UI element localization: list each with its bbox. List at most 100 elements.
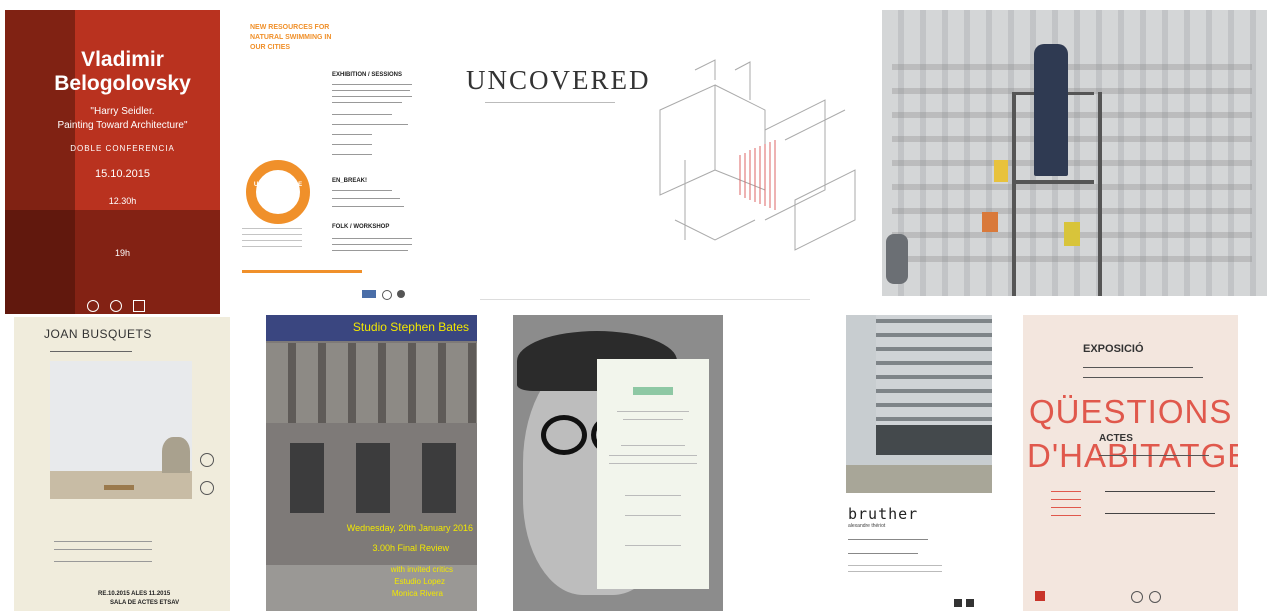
text-line [1099, 455, 1209, 456]
guest-line-1: with invited critics [390, 565, 453, 574]
speaker-name-line1: Vladimir [81, 48, 164, 71]
logo-text: URBAN PLUNGE [253, 182, 303, 188]
axonometric-drawing [659, 59, 856, 251]
photo-exhibition-wall[interactable] [882, 10, 1267, 296]
poster-studio-stephen-bates[interactable]: Studio Stephen Bates Wednesday, 20th Jan… [266, 315, 477, 611]
photo-bench [104, 485, 134, 490]
footer-venue: SALA DE ACTES ETSAV [110, 600, 180, 606]
photo-trees [162, 437, 190, 473]
building-photo-shadow [876, 425, 992, 455]
poster-joan-busquets[interactable]: JOAN BUSQUETS RE.10.2015 ALES 11.2015 SA… [14, 317, 230, 611]
text-line [609, 463, 697, 464]
poster-title: JOAN BUSQUETS [44, 327, 152, 341]
text-line [332, 124, 408, 125]
text-line [332, 102, 402, 103]
text-line [623, 419, 683, 420]
text-line [332, 84, 412, 85]
event-time-2: 19h [114, 248, 131, 258]
facade-window [290, 443, 324, 513]
subtitle-line [50, 351, 132, 352]
guest-line-2: Estudio Lopez [394, 577, 445, 586]
text-line [332, 154, 372, 155]
poster-belogolovsky[interactable]: Vladimir Belogolovsky "Harry Seidler. Pa… [5, 10, 220, 314]
logo-circle-icon [110, 300, 122, 312]
text-line [848, 539, 928, 540]
logo-square-icon [954, 599, 962, 607]
talk-title-line1: "Harry Seidler. [90, 106, 155, 117]
logo-circle-icon [1149, 591, 1161, 603]
text-line [609, 455, 697, 456]
footer-text-line [480, 299, 810, 300]
facade-window [422, 443, 456, 513]
person-sitting [886, 234, 908, 284]
facade-window [356, 443, 390, 513]
stripe-line [242, 228, 302, 229]
text-line [332, 238, 412, 239]
poster-uncovered[interactable]: UNCOVERED [440, 10, 870, 304]
text-line [332, 244, 412, 245]
text-line [332, 206, 404, 207]
text-line [848, 565, 942, 566]
poster-urban-plunge[interactable]: NEW RESOURCES FOR NATURAL SWIMMING IN OU… [232, 10, 432, 310]
text-line [625, 515, 681, 516]
text-line [848, 571, 942, 572]
big-title-line-2: D'HABITATGE [1027, 437, 1238, 474]
text-line [332, 144, 372, 145]
ladder-platform [1012, 180, 1094, 184]
text-line [1051, 499, 1081, 500]
text-line [332, 198, 400, 199]
orange-poster [982, 212, 998, 232]
text-line [617, 411, 689, 412]
text-line [332, 90, 410, 91]
text-line [332, 190, 392, 191]
footer-date: RE.10.2015 ALES 11.2015 [98, 591, 171, 597]
guest-line-3: Monica Rivera [391, 589, 443, 598]
yellow-poster [994, 160, 1008, 182]
bruther-subtitle: alexandre thériot [848, 523, 886, 529]
card-green-label [633, 387, 673, 395]
glasses-left-icon [541, 415, 587, 455]
text-line [621, 445, 685, 446]
event-date: 15.10.2015 [94, 168, 151, 180]
text-line [332, 134, 372, 135]
poster-questions-habitatge[interactable]: EXPOSICIÓ QÜESTIONS ACTES D'HABITATGE [1023, 315, 1238, 611]
talk-title-line2: Painting Toward Architecture" [57, 120, 188, 131]
text-line [625, 495, 681, 496]
footer-link-strip [242, 270, 362, 273]
speaker-name-line2: Belogolovsky [54, 72, 191, 95]
subtitle-line [485, 102, 615, 103]
logo-square-icon [966, 599, 974, 607]
poster-bruther[interactable]: bruther alexandre thériot [846, 315, 992, 611]
text-line [1051, 491, 1081, 492]
section-heading-3: FOLK / WORKSHOP [332, 224, 390, 230]
stripe-line [242, 240, 302, 241]
sponsor-logo-icon [397, 290, 405, 298]
text-line [1083, 367, 1193, 368]
stripe-line [242, 234, 302, 235]
event-time-1: 12.30h [108, 196, 137, 206]
text-line [332, 114, 392, 115]
logo-circle-icon [1131, 591, 1143, 603]
logo-square-icon [133, 300, 145, 312]
text-line [1105, 513, 1215, 514]
logo-circle-icon [200, 481, 214, 495]
header-line-2: NATURAL SWIMMING IN [250, 34, 332, 41]
logo-circle-icon [87, 300, 99, 312]
sponsor-logo-icon [362, 290, 376, 298]
sponsor-logo-icon [382, 290, 392, 300]
section-heading-1: EXHIBITION / SESSIONS [332, 72, 403, 78]
person-standing [1034, 44, 1068, 176]
big-title-line-1: QÜESTIONS [1029, 393, 1233, 430]
exhibition-header: EXPOSICIÓ [1083, 343, 1144, 355]
text-line [332, 96, 412, 97]
poster-portrait[interactable] [513, 315, 723, 611]
text-line [848, 553, 918, 554]
logo-circle-icon [200, 453, 214, 467]
text-line [1105, 491, 1215, 492]
bruther-title: bruther [848, 505, 919, 523]
text-line [1051, 507, 1081, 508]
text-line [625, 545, 681, 546]
stripe-line [242, 246, 302, 247]
facade-ornament [266, 343, 477, 423]
urban-plunge-logo [246, 160, 310, 224]
